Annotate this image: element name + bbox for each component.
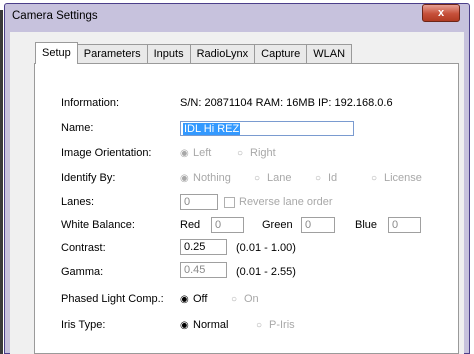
tab-parameters[interactable]: Parameters [76,44,148,64]
orientation-right-radio[interactable]: ○ Right [237,147,276,159]
radio-empty-icon: ○ [371,173,378,184]
iris-type-label: Iris Type: [61,319,106,331]
information-value: S/N: 20871104 RAM: 16MB IP: 192.168.0.6 [180,97,393,109]
radio-empty-icon: ○ [237,148,244,159]
phased-off-label: Off [193,293,208,305]
tab-inputs[interactable]: Inputs [146,44,191,64]
iris-piris-radio[interactable]: ○ P-Iris [256,319,295,331]
lanes-input[interactable]: 0 [180,194,218,210]
gamma-range: (0.01 - 2.55) [236,266,296,278]
tab-capture[interactable]: Capture [254,44,308,64]
iris-piris-label: P-Iris [269,319,295,331]
orientation-left-label: Left [193,147,212,159]
phased-off-radio[interactable]: ◉ Off [180,293,207,305]
radio-selected-icon: ◉ [180,294,189,305]
identify-nothing-radio[interactable]: ◉ Nothing [180,172,231,184]
name-value: IDL Hi REZ [183,123,241,135]
identify-id-radio[interactable]: ○ Id [315,172,337,184]
radio-selected-icon: ◉ [180,148,189,159]
contrast-label: Contrast: [61,242,106,254]
image-orientation-label: Image Orientation: [61,147,152,159]
gamma-input[interactable]: 0.45 [180,262,227,278]
wb-green-input[interactable]: 0 [301,217,335,233]
radio-selected-icon: ◉ [180,173,189,184]
information-label: Information: [61,97,120,109]
lanes-label: Lanes: [61,196,95,208]
tab-strip: Setup Parameters Inputs RadioLynx Captur… [35,42,353,64]
identify-nothing-label: Nothing [193,172,231,184]
identify-id-label: Id [328,172,338,184]
radio-selected-icon: ◉ [180,320,189,331]
identify-license-radio[interactable]: ○ License [371,172,422,184]
tab-setup[interactable]: Setup [35,42,78,64]
wb-green-label: Green [262,219,293,231]
identify-lane-radio[interactable]: ○ Lane [254,172,291,184]
orientation-left-radio[interactable]: ◉ Left [180,147,211,159]
tab-radiolynx[interactable]: RadioLynx [189,44,256,64]
phased-on-label: On [244,293,259,305]
identify-lane-label: Lane [267,172,292,184]
phased-on-radio[interactable]: ○ On [231,293,259,305]
identify-license-label: License [384,172,422,184]
window-title: Camera Settings [12,10,98,22]
contrast-input[interactable]: 0.25 [180,239,227,255]
reverse-lane-checkbox[interactable] [224,197,235,208]
iris-normal-radio[interactable]: ◉ Normal [180,319,228,331]
wb-blue-input[interactable]: 0 [388,217,421,233]
radio-empty-icon: ○ [256,320,263,331]
close-button[interactable]: x [422,4,460,22]
wb-red-label: Red [180,219,201,231]
reverse-lane-label: Reverse lane order [239,196,333,208]
wb-blue-label: Blue [355,219,378,231]
phased-light-label: Phased Light Comp.: [61,293,164,305]
contrast-range: (0.01 - 1.00) [236,242,296,254]
gamma-label: Gamma: [61,266,104,278]
tab-wlan[interactable]: WLAN [306,44,353,64]
radio-empty-icon: ○ [315,173,322,184]
iris-normal-label: Normal [193,319,229,331]
radio-empty-icon: ○ [254,173,261,184]
name-input[interactable]: IDL Hi REZ [180,121,354,136]
white-balance-label: White Balance: [61,219,135,231]
window-edge [0,10,3,354]
name-label: Name: [61,122,94,134]
orientation-right-label: Right [250,147,276,159]
wb-red-input[interactable]: 0 [211,217,244,233]
identify-by-label: Identify By: [61,172,116,184]
radio-empty-icon: ○ [231,294,238,305]
